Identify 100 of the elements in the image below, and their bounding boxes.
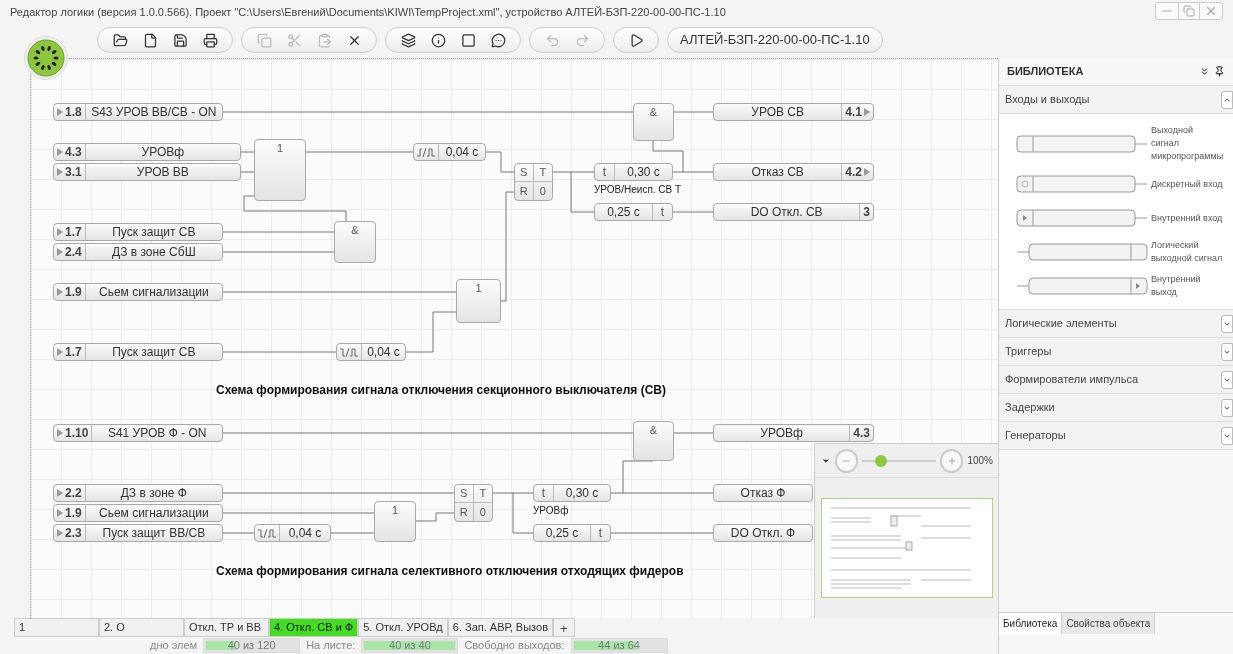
gate-symbol: 1 [475,283,482,296]
input-block[interactable]: 1.7 Пуск защит СВ [53,343,223,361]
element-preview-icon [1015,243,1149,261]
connector-line [222,532,255,534]
library-item[interactable]: Внутренний вход [1015,205,1233,231]
logic-gate[interactable]: 1 [254,139,306,201]
logic-gate[interactable]: & [633,421,674,461]
input-block[interactable]: 2.3 Пуск защит ВВ/СВ [53,524,223,542]
logic-gate[interactable]: 1 [374,501,416,542]
delay-value: 0,30 с [626,166,661,178]
expand-toggle[interactable] [1221,398,1233,417]
sheet-tab[interactable]: 2. О [99,618,184,637]
output-block[interactable]: Отказ Ф [713,484,813,502]
delay-value: 0,25 с [606,206,641,218]
library-item[interactable]: Логический выходной сигнал [1015,239,1233,265]
signal-label: Сьем сигнализации [98,286,210,298]
slider-thumb[interactable] [874,454,887,467]
signal-number: 1.9 [65,284,82,301]
input-block[interactable]: 4.3 УРОВф [53,143,241,161]
trigger-block[interactable]: S T R 0 [514,163,553,201]
expand-toggle[interactable] [1221,426,1233,445]
logic-gate[interactable]: 1 [456,279,501,323]
sheet-tab[interactable]: 1 [14,618,99,637]
logic-gate[interactable]: & [633,103,674,141]
logo-icon[interactable] [27,39,65,77]
library-section[interactable]: Генераторы [999,422,1233,450]
triangle-icon [864,108,870,116]
collapse-all-icon[interactable] [1199,66,1210,77]
play-icon [628,32,644,48]
zoom-in-button[interactable] [940,448,964,473]
pulse-block[interactable]: 0,04 с [254,524,331,542]
sheet-tab[interactable]: 5. Откл. УРОВд [358,618,448,637]
diagram-title: Схема формирования сигнала отключения секционного выключателя (СВ) [216,382,666,399]
output-block[interactable]: УРОВф 4.3 [713,424,874,442]
signal-label: DO Откл. Ф [729,527,797,539]
timer-block[interactable]: t 0,30 с [533,484,611,502]
output-block[interactable]: DO Откл. Ф [713,524,813,542]
add-tab-button[interactable]: + [553,618,575,637]
section-title: Задержки [1005,400,1055,416]
status-label: дно элем [150,638,198,654]
pulse-block[interactable]: 0,04 с [413,143,486,161]
signal-label: Отказ Ф [739,487,787,499]
library-section[interactable]: Логические элементы [999,310,1233,338]
gate-symbol: & [649,425,658,438]
signal-label: Отказ СВ [750,166,805,178]
status-label: Свободно выходов: [464,638,565,654]
input-block[interactable]: 1.9 Сьем сигнализации [53,504,223,522]
meter-value: 44 из 64 [597,639,641,652]
library-item[interactable]: Внутренний выход [1015,273,1233,299]
timer-block[interactable]: 0,25 с t [594,203,673,221]
sheet-tab[interactable]: Откл. ТР и ВВ [184,618,269,637]
expand-toggle[interactable] [1221,342,1233,361]
panel-tab[interactable]: Свойства объекта [1062,613,1156,634]
connector-line [485,151,515,173]
library-item[interactable]: Выходной сигнал микропрограммы [1015,124,1233,163]
timer-block[interactable]: 0,25 с t [533,524,611,542]
trigger-pin: S [515,164,534,182]
signal-number: 1.10 [65,425,89,442]
triangle-icon [57,348,63,356]
trigger-pin: R [515,182,534,200]
input-block[interactable]: 1.8 S43 УРОВ ВВ/СВ - ON [53,103,223,121]
undo-icon [544,32,560,48]
output-block[interactable]: DO Откл. СВ 3 [713,203,874,221]
trigger-pin: 0 [538,183,547,199]
restore-icon[interactable] [1178,3,1200,19]
zoom-level: 100% [967,454,993,468]
triangle-icon [57,509,63,517]
library-section[interactable]: Входы и выходы [999,86,1233,114]
scissors-icon [286,32,302,48]
pin-icon[interactable] [1214,66,1225,77]
library-section[interactable]: Триггеры [999,338,1233,366]
gate-symbol: 1 [276,143,284,156]
signal-label: S43 УРОВ ВВ/СВ - ON [90,106,218,118]
expand-toggle[interactable] [1221,370,1233,389]
info-icon [430,32,446,48]
input-block[interactable]: 1.7 Пуск защит СВ [53,223,223,241]
output-block[interactable]: УРОВ СВ 4.1 [713,103,874,121]
expand-toggle[interactable] [1221,314,1233,333]
input-block[interactable]: 1.10 S41 УРОВ Ф - ON [53,424,223,442]
section-title: Триггеры [1005,344,1052,360]
sheet-tab[interactable]: 6. Зап. АВР, Вызов [447,618,553,637]
expand-toggle[interactable] [1221,90,1233,109]
input-block[interactable]: 1.9 Сьем сигнализации [53,283,223,301]
library-section[interactable]: Формирователи импульса [999,366,1233,394]
trigger-pin: S [455,485,474,503]
library-section[interactable]: Задержки [999,394,1233,422]
input-block[interactable]: 2.2 ДЗ в зоне Ф [53,484,223,502]
device-selector[interactable]: АЛТЕЙ-БЗП-220-00-00-ПС-1.10 [667,27,883,53]
save-icon [172,32,188,48]
timer-block[interactable]: t 0,30 с [594,163,673,181]
input-block[interactable]: 3.1 УРОВ ВВ [53,163,241,181]
triangle-icon [864,168,870,176]
library-item[interactable]: Дискретный вход [1015,171,1233,197]
panel-tab[interactable]: Библиотека [999,613,1063,634]
trigger-block[interactable]: S T R 0 [454,484,493,522]
input-block[interactable]: 2.4 ДЗ в зоне СбШ [53,243,223,261]
pulse-block[interactable]: 0,04 с [336,343,406,361]
sheet-tab[interactable]: 4. Откл. СВ и Ф [269,618,359,637]
output-block[interactable]: Отказ СВ 4.2 [713,163,874,181]
logic-gate[interactable]: & [334,221,376,263]
